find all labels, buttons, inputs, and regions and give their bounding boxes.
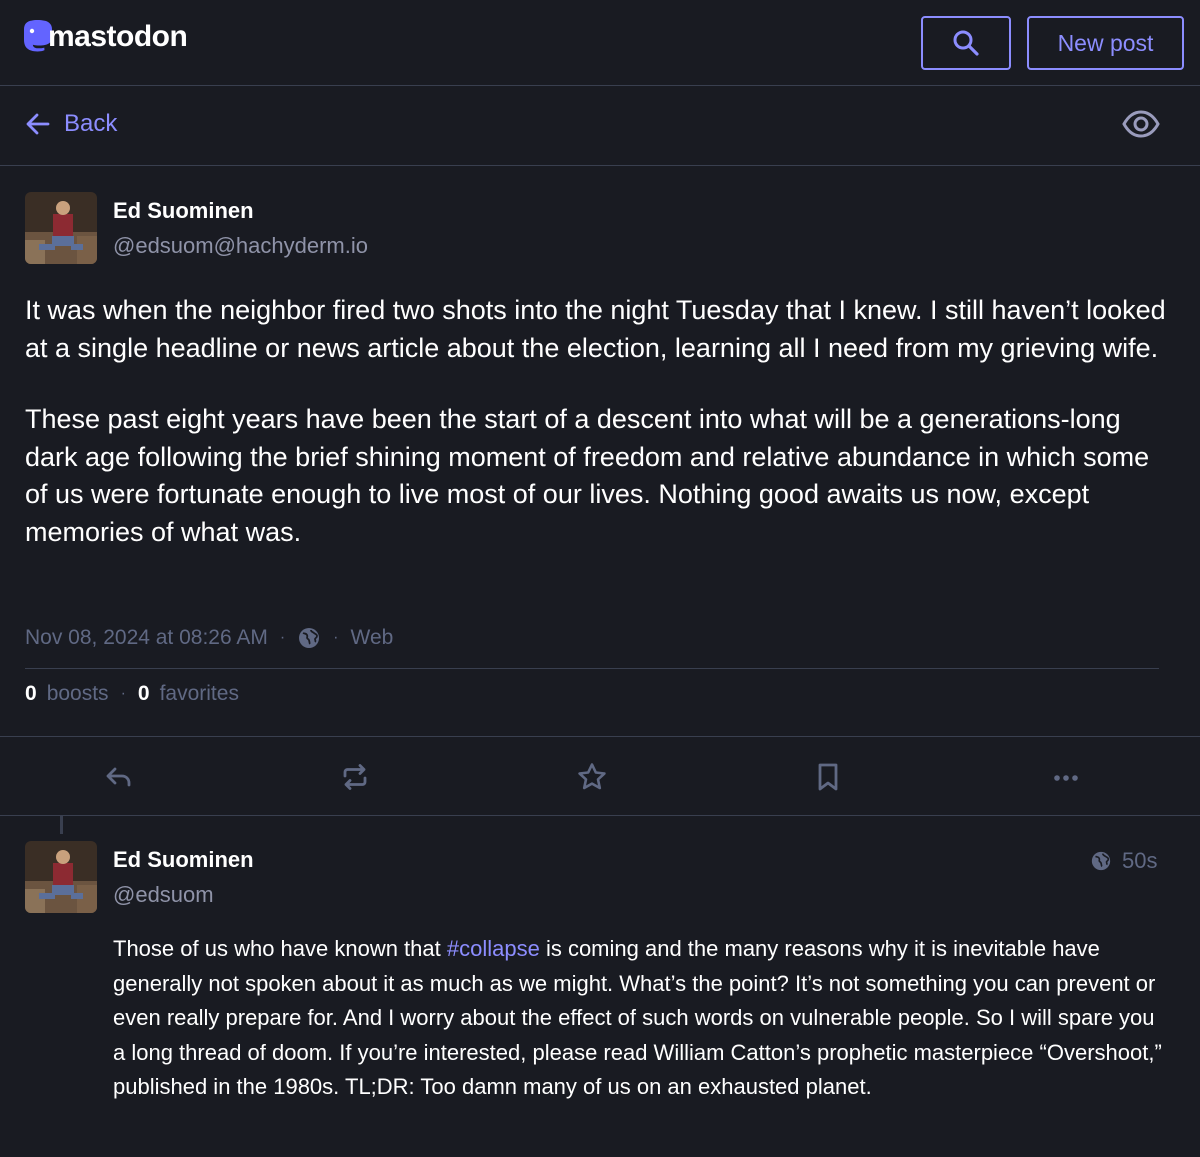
arrow-left-icon: [26, 113, 50, 135]
avatar[interactable]: [25, 192, 97, 264]
status-content: It was when the neighbor fired two shots…: [25, 292, 1175, 585]
action-bar: [0, 736, 1200, 816]
search-icon: [953, 30, 979, 56]
avatar-image: [25, 841, 97, 913]
top-bar: mastodon New post: [0, 0, 1200, 86]
status-application[interactable]: Web: [351, 626, 394, 650]
bookmark-button[interactable]: [808, 757, 848, 797]
boost-icon: [343, 764, 367, 790]
more-button[interactable]: [1046, 757, 1086, 797]
favorites-count: 0: [137, 682, 150, 705]
toggle-visibility-button[interactable]: [1122, 108, 1160, 145]
status-counts: 0 boosts · 0 favorites: [25, 682, 239, 706]
favorite-button[interactable]: [572, 757, 612, 797]
account-handle[interactable]: @edsuom@hachyderm.io: [113, 233, 368, 259]
separator-dot: ·: [279, 629, 286, 646]
separator-dot: ·: [333, 629, 339, 646]
new-post-button[interactable]: New post: [1027, 16, 1184, 70]
reply-avatar[interactable]: [25, 841, 97, 913]
reply-paragraph: Those of us who have known that #collaps…: [113, 932, 1163, 1105]
back-button[interactable]: Back: [24, 110, 117, 138]
eye-icon: [1122, 110, 1160, 138]
divider: [25, 668, 1159, 669]
reply-text-before: Those of us who have known that: [113, 936, 447, 961]
reply-time[interactable]: 50s: [1090, 848, 1157, 874]
relative-time: 50s: [1122, 848, 1158, 873]
more-icon: [1054, 775, 1078, 781]
star-icon: [578, 763, 606, 790]
avatar-image: [25, 192, 97, 264]
status-paragraph: It was when the neighbor fired two shots…: [25, 295, 1166, 363]
status-meta: Nov 08, 2024 at 08:26 AM · · Web: [25, 626, 393, 650]
bookmark-icon: [818, 763, 838, 791]
mastodon-logo[interactable]: mastodon: [22, 20, 188, 58]
search-button[interactable]: [921, 16, 1011, 70]
reply-button[interactable]: [99, 757, 139, 797]
boosts-count: 0: [25, 682, 37, 705]
reply-account-handle[interactable]: @edsuom: [113, 882, 214, 908]
hashtag-link[interactable]: #collapse: [447, 936, 540, 961]
logo-text: mastodon: [48, 20, 188, 53]
status-timestamp[interactable]: Nov 08, 2024 at 08:26 AM: [25, 626, 268, 650]
globe-icon: [299, 628, 320, 648]
boosts-label[interactable]: boosts: [47, 682, 109, 706]
column-header: Back: [0, 86, 1200, 166]
app-frame: mastodon New post Back Ed Suominen @edsu…: [0, 0, 1200, 1157]
reply-icon: [106, 767, 131, 787]
reply-content: Those of us who have known that #collaps…: [113, 932, 1163, 1105]
back-label: Back: [64, 110, 118, 137]
status-paragraph: These past eight years have been the sta…: [25, 404, 1150, 547]
display-name[interactable]: Ed Suominen: [113, 198, 254, 224]
favorites-label[interactable]: favorites: [160, 682, 239, 706]
reply-display-name[interactable]: Ed Suominen: [113, 847, 254, 873]
thread-connector: [60, 816, 63, 834]
boost-button[interactable]: [335, 757, 375, 797]
globe-icon: [1091, 851, 1111, 871]
separator-dot: ·: [120, 685, 126, 702]
